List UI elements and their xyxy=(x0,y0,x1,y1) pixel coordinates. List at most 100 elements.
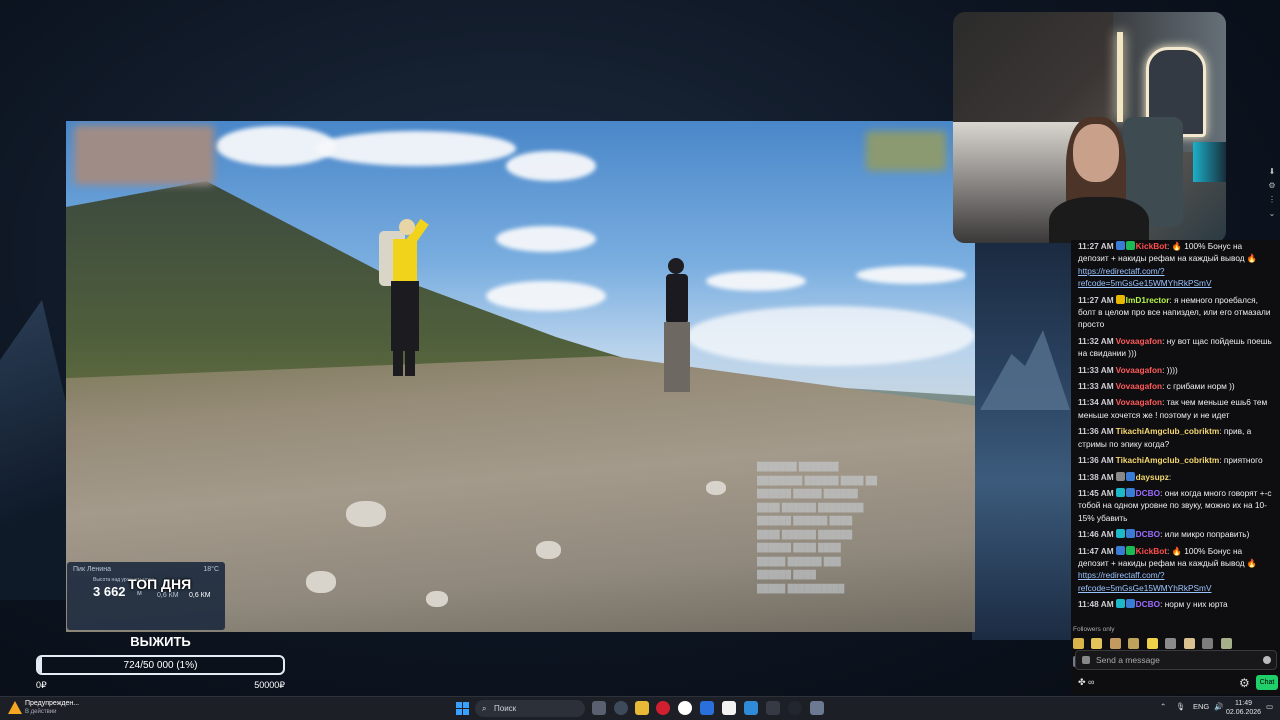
chat-username[interactable]: TikachiAmgclub_cobriktm xyxy=(1116,426,1220,436)
user-badge-icon[interactable] xyxy=(1125,471,1135,481)
user-badge-icon[interactable] xyxy=(1125,529,1135,539)
chat-username[interactable]: DCBO xyxy=(1136,599,1160,609)
user-badge-icon[interactable] xyxy=(1125,545,1135,555)
chat-username[interactable]: daysupz xyxy=(1136,472,1169,482)
chat-username[interactable]: Vovaagafon xyxy=(1116,365,1162,375)
emote-picker-icon[interactable] xyxy=(1263,656,1271,664)
emote-icon[interactable] xyxy=(1202,638,1214,649)
chat-username[interactable]: TikachiAmgclub_cobriktm xyxy=(1116,455,1220,465)
webcam-light xyxy=(1193,142,1226,182)
chat-message: 11:27 AM ImD1rector: я немного проебался,… xyxy=(1078,294,1274,331)
chat-username[interactable]: DCBO xyxy=(1136,488,1160,498)
chat-username[interactable]: KickBot xyxy=(1136,546,1167,556)
chat-message-input[interactable]: Send a message xyxy=(1075,650,1277,670)
side-controls[interactable]: ⬇ ⚙ ⋮ ⌄ xyxy=(1266,165,1278,221)
taskbar-clock[interactable]: 11:49 02.06.2026 xyxy=(1226,699,1261,717)
message-timestamp: 11:34 AM xyxy=(1078,397,1114,408)
user-badge-icon[interactable] xyxy=(1115,294,1125,304)
chat-message: 11:34 AM Vovaagafon: так чем меньше ешь6 … xyxy=(1078,396,1274,421)
message-link[interactable]: https://redirectaff.com/?refcode=5mGsGe1… xyxy=(1078,570,1212,592)
tray-chevron-icon[interactable]: ⌃ xyxy=(1160,702,1166,711)
notification-title[interactable]: Предупрежден... xyxy=(25,700,79,707)
chat-username[interactable]: Vovaagafon xyxy=(1116,336,1162,346)
chat-username[interactable]: ImD1rector xyxy=(1126,295,1170,305)
yandex-icon[interactable] xyxy=(678,701,692,715)
emote-icon[interactable] xyxy=(1128,638,1140,649)
chat-message: 11:45 AM DCBO: они когда много говорят +-… xyxy=(1078,487,1274,524)
cloud xyxy=(506,151,596,181)
channel-points[interactable]: ✤ ∞ xyxy=(1078,677,1094,688)
emote-icon[interactable] xyxy=(1146,638,1158,649)
telegram-icon[interactable] xyxy=(744,701,758,715)
microphone-icon[interactable]: 🎙 xyxy=(1176,702,1186,711)
chat-username[interactable]: DCBO xyxy=(1136,529,1160,539)
user-badge-icon[interactable] xyxy=(1115,487,1125,497)
chat-username[interactable]: Vovaagafon xyxy=(1116,397,1162,407)
chat-message: 11:27 AM KickBot: 🔥 100% Бонус на депозит… xyxy=(1078,240,1274,290)
chat-username[interactable]: KickBot xyxy=(1136,241,1167,251)
temperature-label: 18°C xyxy=(203,566,219,573)
emote-bar[interactable] xyxy=(1073,636,1243,667)
stream-video[interactable]: ███████ ███████ ████████ ██████ ████ ██ … xyxy=(66,121,975,632)
message-text: : )))) xyxy=(1162,364,1178,375)
language-indicator[interactable]: ENG xyxy=(1193,702,1209,711)
chat-message: 11:33 AM Vovaagafon: с грибами норм )) xyxy=(1078,380,1274,392)
emote-icon[interactable] xyxy=(1109,638,1121,649)
altitude-value: 3 662 xyxy=(93,584,126,599)
settings-gear-icon[interactable]: ⚙ xyxy=(1239,676,1250,690)
user-badge-icon[interactable] xyxy=(1125,241,1135,250)
volume-icon[interactable]: 🔊 xyxy=(1214,702,1223,711)
followers-only-label: Followers only xyxy=(1073,626,1115,633)
webcam-lamp xyxy=(1117,32,1123,122)
goal-progress-bar: 724/50 000 (1%) xyxy=(36,655,285,675)
channel-points-value: ∞ xyxy=(1088,677,1095,687)
user-badge-icon[interactable] xyxy=(1115,241,1125,250)
blurred-overlay xyxy=(866,131,946,171)
streamer-shirt xyxy=(1049,197,1149,243)
message-text: : или микро поправить) xyxy=(1160,529,1250,540)
chat-badge-icon[interactable] xyxy=(1082,656,1090,664)
message-text: : приятного xyxy=(1219,455,1263,466)
message-timestamp: 11:32 AM xyxy=(1078,335,1114,346)
chat-send-button[interactable]: Chat xyxy=(1256,675,1278,690)
user-badge-icon[interactable] xyxy=(1125,599,1135,609)
message-timestamp: 11:33 AM xyxy=(1078,364,1114,375)
notification-bell-icon[interactable]: ▭ xyxy=(1266,702,1273,711)
opera-icon[interactable] xyxy=(656,701,670,715)
taskbar-search-box[interactable]: ⌕ Поиск xyxy=(475,700,585,717)
user-badge-icon[interactable] xyxy=(1115,529,1125,539)
folder-icon[interactable] xyxy=(635,701,649,715)
settings-icon[interactable] xyxy=(810,701,824,715)
cloud xyxy=(486,281,606,311)
user-badge-icon[interactable] xyxy=(1115,599,1125,609)
goal-max-label: 50000₽ xyxy=(254,680,285,690)
chat-username[interactable]: Vovaagafon xyxy=(1116,381,1162,391)
chat-message: 11:36 AM TikachiAmgclub_cobriktm: прив, а… xyxy=(1078,425,1274,450)
blurred-overlay xyxy=(74,125,214,185)
task-view-icon[interactable] xyxy=(592,701,606,715)
user-badge-icon[interactable] xyxy=(1115,545,1125,555)
message-text: : xyxy=(1168,471,1172,482)
emote-icon[interactable] xyxy=(1183,638,1195,649)
vscode-icon[interactable] xyxy=(700,701,714,715)
windows-start-icon[interactable] xyxy=(456,702,469,715)
warning-icon[interactable] xyxy=(8,701,22,714)
blurred-stream-chat: ███████ ███████ ████████ ██████ ████ ██ … xyxy=(757,462,878,593)
emote-icon[interactable] xyxy=(1073,638,1084,649)
app-icon[interactable] xyxy=(722,701,736,715)
chrome-icon[interactable] xyxy=(614,701,628,715)
obs-icon[interactable] xyxy=(788,701,802,715)
user-badge-icon[interactable] xyxy=(1125,487,1135,497)
emote-icon[interactable] xyxy=(1220,638,1232,649)
goal-progress-text: 724/50 000 (1%) xyxy=(123,660,198,671)
message-timestamp: 11:33 AM xyxy=(1078,381,1114,392)
user-badge-icon[interactable] xyxy=(1115,471,1125,481)
rock xyxy=(306,571,336,593)
rock xyxy=(426,591,448,607)
app-icon[interactable] xyxy=(766,701,780,715)
message-link[interactable]: https://redirectaff.com/?refcode=5mGsGe1… xyxy=(1078,266,1212,288)
emote-icon[interactable] xyxy=(1165,638,1177,649)
message-timestamp: 11:27 AM xyxy=(1078,241,1114,251)
message-timestamp: 11:36 AM xyxy=(1078,455,1114,466)
emote-icon[interactable] xyxy=(1091,638,1103,649)
